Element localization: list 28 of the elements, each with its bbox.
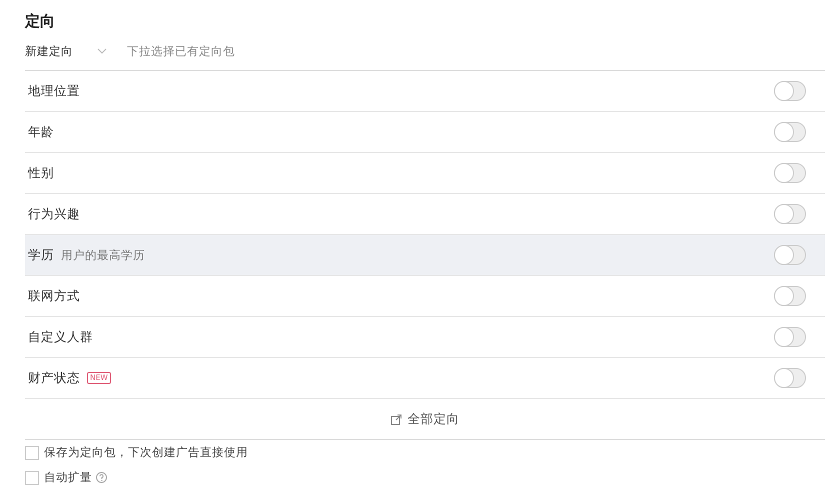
row-label: 地理位置	[28, 82, 80, 100]
help-icon[interactable]	[96, 472, 107, 483]
checkbox[interactable]	[25, 446, 39, 460]
toggle-switch[interactable]	[774, 245, 806, 265]
toggle-switch[interactable]	[774, 327, 806, 347]
caret-icon[interactable]	[97, 48, 107, 54]
row-label: 学历	[28, 246, 54, 264]
package-select[interactable]: 新建定向	[25, 44, 97, 58]
expand-all-button[interactable]: 全部定向	[390, 410, 460, 428]
row-label: 性别	[28, 164, 54, 182]
row-hint: 用户的最高学历	[61, 248, 145, 262]
toggle-switch[interactable]	[774, 368, 806, 388]
checkbox[interactable]	[25, 470, 39, 484]
row-label: 联网方式	[28, 288, 80, 304]
section-title: 定向	[25, 11, 56, 32]
toggle-switch[interactable]	[774, 286, 806, 306]
option-label: 自动扩量	[44, 470, 92, 485]
option-label: 保存为定向包，下次创建广告直接使用	[44, 445, 248, 460]
external-icon	[390, 414, 402, 424]
row-label: 自定义人群	[28, 328, 93, 346]
toggle-switch[interactable]	[774, 81, 806, 101]
row-label: 财产状态	[28, 370, 80, 386]
package-search-field[interactable]: 下拉选择已有定向包	[127, 44, 257, 58]
row-label: 行为兴趣	[28, 206, 80, 222]
toggle-switch[interactable]	[774, 122, 806, 142]
toggle-switch[interactable]	[774, 204, 806, 224]
row-label: 年龄	[28, 124, 54, 140]
toggle-switch[interactable]	[774, 163, 806, 183]
